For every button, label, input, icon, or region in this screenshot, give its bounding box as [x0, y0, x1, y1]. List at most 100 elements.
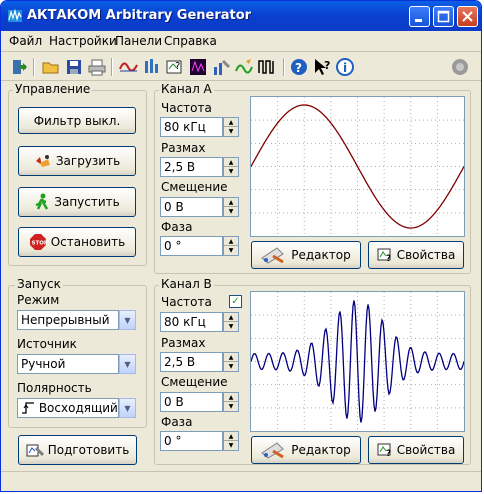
- prepare-button[interactable]: Подготовить: [18, 435, 137, 465]
- toolbar: ? ? ? i: [1, 53, 481, 81]
- properties-icon: ?: [377, 443, 391, 458]
- channel-b-properties-label: Свойства: [396, 443, 456, 457]
- channel-a-ampl-label: Размах: [161, 141, 206, 155]
- svg-text:?: ?: [386, 254, 391, 263]
- connect-icon[interactable]: [450, 57, 470, 77]
- exit-icon[interactable]: [9, 57, 29, 77]
- menu-bar: Файл Настройки Панели Справка: [1, 31, 481, 52]
- channel-b-offset-spinner[interactable]: ▲ ▼: [223, 392, 239, 412]
- channel-b-phase-spinner[interactable]: ▲ ▼: [223, 431, 239, 451]
- start-button[interactable]: Запустить: [18, 187, 136, 217]
- channel-a-phase-spinner[interactable]: ▲ ▼: [223, 236, 239, 256]
- filter-toggle-button[interactable]: Фильтр выкл.: [18, 107, 136, 134]
- channel-b-offset-value: 0 В: [164, 395, 184, 409]
- print-icon[interactable]: [87, 57, 107, 77]
- channel-b-phase-input[interactable]: 0 °: [160, 431, 223, 451]
- stop-button[interactable]: STOP Остановить: [18, 227, 136, 257]
- whats-this-icon[interactable]: ?: [312, 57, 332, 77]
- channel-a-freq-spinner[interactable]: ▲ ▼: [223, 117, 239, 137]
- rising-edge-icon: [22, 402, 34, 414]
- channel-a-freq-input[interactable]: 80 кГц: [160, 117, 223, 137]
- app-window: АКТАКОМ Arbitrary Generator Файл Настрой…: [0, 0, 482, 492]
- spectrum-icon[interactable]: [188, 57, 208, 77]
- window-title: АКТАКОМ Arbitrary Generator: [27, 8, 252, 23]
- channel-b-editor-button[interactable]: Редактор: [251, 436, 361, 464]
- open-folder-icon[interactable]: [41, 57, 61, 77]
- control-group-label: Управление: [13, 82, 93, 96]
- help-icon[interactable]: ?: [289, 57, 309, 77]
- save-disk-icon[interactable]: [64, 57, 84, 77]
- channel-b-freq-spinner[interactable]: ▲ ▼: [223, 312, 239, 332]
- menu-settings[interactable]: Настройки: [49, 34, 117, 48]
- equalizer-icon[interactable]: [142, 57, 162, 77]
- channel-a-phase-input[interactable]: 0 °: [160, 236, 223, 256]
- channel-a-offset-spinner[interactable]: ▲ ▼: [223, 197, 239, 217]
- load-button-label: Загрузить: [55, 154, 121, 168]
- menu-file[interactable]: Файл: [9, 34, 42, 48]
- load-button[interactable]: Загрузить: [18, 146, 136, 176]
- pulse-icon[interactable]: [257, 57, 277, 77]
- channel-b-freq-value: 80 кГц: [164, 315, 206, 329]
- channel-b-label: Канал B: [159, 277, 214, 291]
- editor-icon: [261, 247, 285, 264]
- channel-b-editor-label: Редактор: [291, 443, 351, 457]
- channel-a-properties-button[interactable]: ? Свойства: [368, 241, 464, 269]
- maximize-button[interactable]: [433, 6, 454, 27]
- mode-select[interactable]: Непрерывный: [17, 310, 119, 330]
- svg-text:?: ?: [175, 61, 180, 72]
- polarity-select[interactable]: Восходящий: [17, 398, 119, 418]
- editor-icon: [261, 442, 285, 459]
- channel-a-properties-label: Свойства: [396, 248, 456, 262]
- tools-icon[interactable]: [211, 57, 231, 77]
- channel-b-ampl-input[interactable]: 2,5 В: [160, 352, 223, 372]
- channel-a-label: Канал A: [159, 82, 214, 96]
- close-button[interactable]: [457, 6, 478, 27]
- waveform-icon[interactable]: [119, 57, 139, 77]
- minimize-button[interactable]: [409, 6, 430, 27]
- status-bar: [1, 471, 481, 491]
- channel-b-phase-label: Фаза: [161, 415, 193, 429]
- source-select[interactable]: Ручной: [17, 354, 119, 374]
- source-label: Источник: [17, 337, 77, 351]
- channel-a-waveform-plot: [250, 96, 465, 237]
- help-context-icon[interactable]: ?: [165, 57, 185, 77]
- channel-a-editor-button[interactable]: Редактор: [251, 241, 361, 269]
- stop-button-label: Остановить: [50, 235, 126, 249]
- svg-text:?: ?: [295, 61, 302, 75]
- channel-a-offset-input[interactable]: 0 В: [160, 197, 223, 217]
- trigger-group-label: Запуск: [15, 277, 63, 291]
- channel-b-ampl-label: Размах: [161, 336, 206, 350]
- close-icon: [462, 11, 473, 22]
- channel-a-ampl-value: 2,5 В: [164, 160, 196, 174]
- channel-a-editor-label: Редактор: [291, 248, 351, 262]
- start-button-label: Запустить: [54, 195, 120, 209]
- polarity-dropdown-arrow[interactable]: ▼: [119, 398, 136, 418]
- channel-a-offset-label: Смещение: [161, 180, 228, 194]
- mode-dropdown-arrow[interactable]: ▼: [119, 310, 136, 330]
- menu-help[interactable]: Справка: [164, 34, 217, 48]
- channel-b-offset-input[interactable]: 0 В: [160, 392, 223, 412]
- pencil-chart-icon[interactable]: [234, 57, 254, 77]
- svg-text:?: ?: [386, 449, 391, 458]
- channel-a-waveform: [250, 97, 465, 236]
- svg-text:?: ?: [324, 59, 330, 72]
- source-dropdown-arrow[interactable]: ▼: [119, 354, 136, 374]
- channel-b-freq-checkbox[interactable]: ✓: [229, 295, 242, 308]
- mode-value: Непрерывный: [21, 313, 110, 327]
- channel-a-offset-value: 0 В: [164, 200, 184, 214]
- channel-b-waveform: [250, 292, 465, 431]
- prepare-button-label: Подготовить: [47, 443, 130, 457]
- channel-a-freq-value: 80 кГц: [164, 120, 206, 134]
- title-bar[interactable]: АКТАКОМ Arbitrary Generator: [1, 1, 481, 31]
- channel-b-properties-button[interactable]: ? Свойства: [368, 436, 464, 464]
- menu-panels[interactable]: Панели: [115, 34, 162, 48]
- polarity-value: Восходящий: [38, 401, 118, 415]
- running-man-icon: [35, 193, 49, 210]
- channel-a-ampl-input[interactable]: 2,5 В: [160, 157, 223, 177]
- channel-b-freq-input[interactable]: 80 кГц: [160, 312, 223, 332]
- mode-label: Режим: [17, 293, 60, 307]
- info-icon[interactable]: i: [335, 57, 355, 77]
- channel-b-ampl-spinner[interactable]: ▲ ▼: [223, 352, 239, 372]
- polarity-label: Полярность: [17, 381, 92, 395]
- channel-a-ampl-spinner[interactable]: ▲ ▼: [223, 157, 239, 177]
